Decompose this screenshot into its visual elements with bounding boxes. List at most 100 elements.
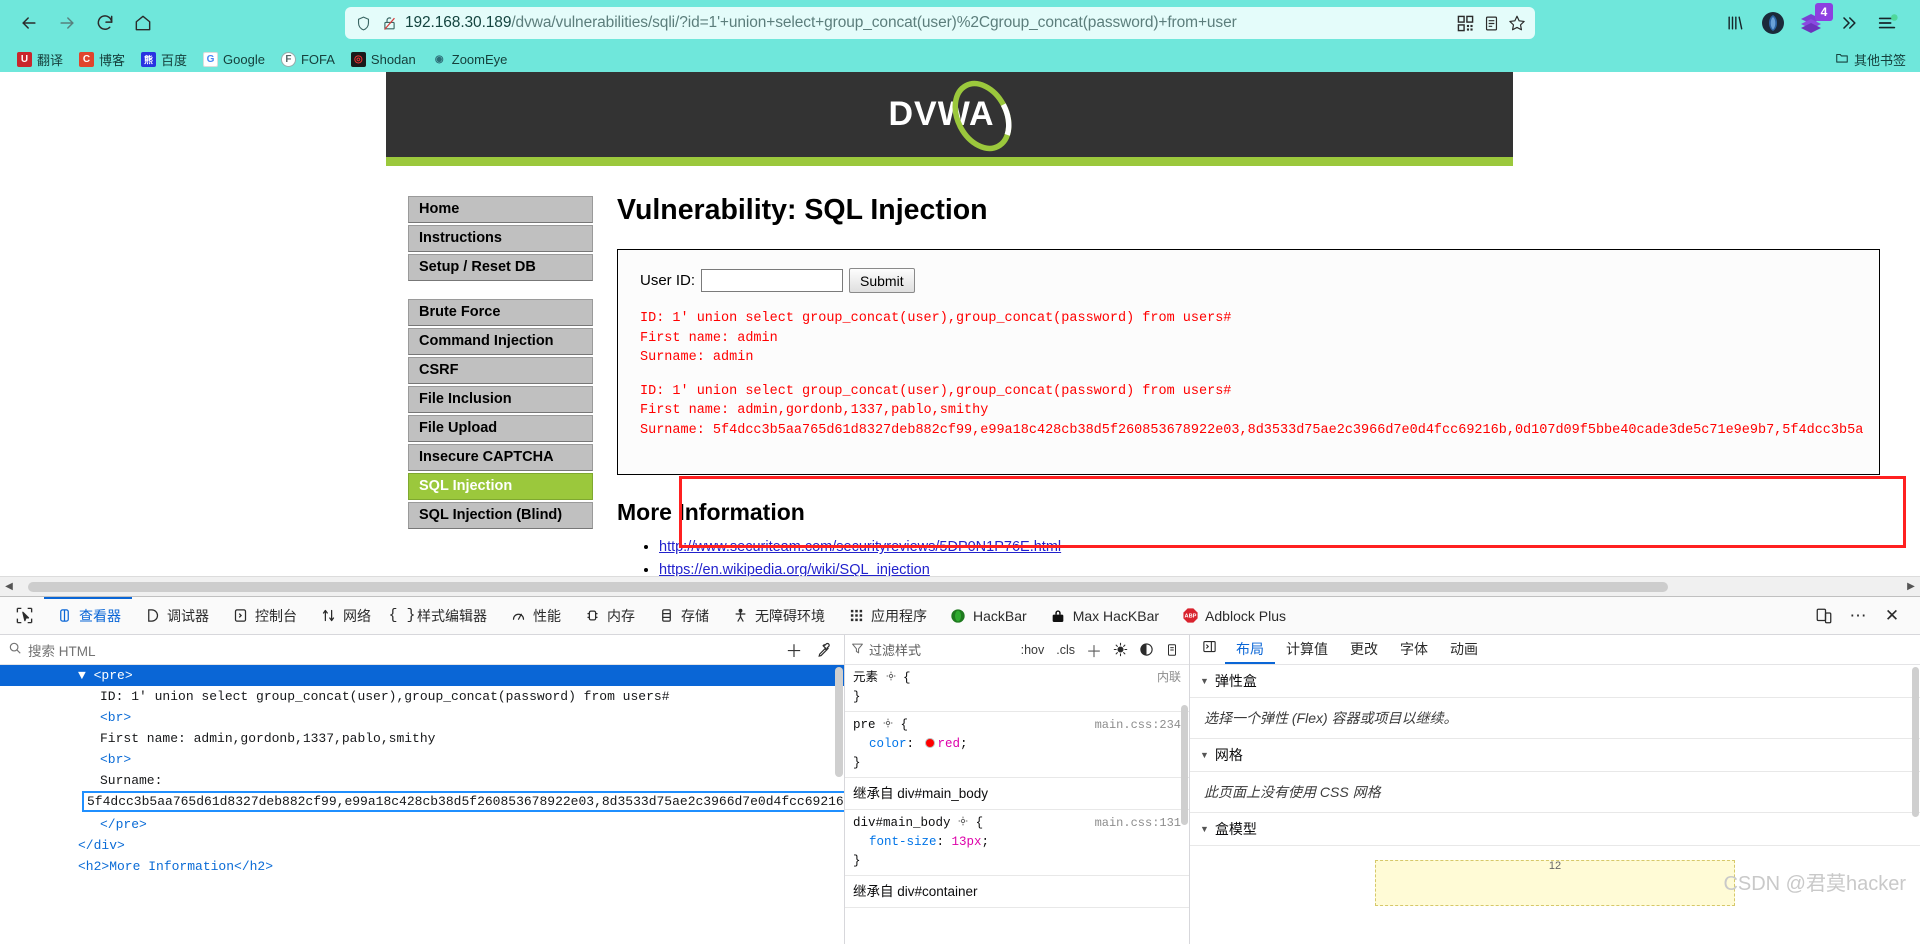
- css-rules-scroll-thumb[interactable]: [1181, 705, 1188, 825]
- layout-scrollbar[interactable]: [1911, 665, 1920, 944]
- expand-sidebar-icon[interactable]: [1194, 635, 1225, 664]
- css-selector-main-body[interactable]: div#main_body: [853, 816, 951, 830]
- app-menu-icon[interactable]: [1870, 6, 1904, 40]
- dom-tree-scrollbar[interactable]: [834, 665, 844, 944]
- extension-badge-icon[interactable]: 4: [1794, 3, 1833, 40]
- dom-tree-scroll-thumb[interactable]: [835, 667, 843, 777]
- box-model-margin-box[interactable]: 12: [1375, 860, 1735, 906]
- tab-inspector[interactable]: 查看器: [44, 597, 132, 634]
- sidebar-item-brute-force[interactable]: Brute Force: [408, 299, 593, 326]
- tab-adblock-plus[interactable]: ABP Adblock Plus: [1170, 597, 1297, 634]
- print-preview-icon[interactable]: [1161, 639, 1183, 661]
- scrollbar-track[interactable]: [18, 581, 1902, 593]
- dom-tree[interactable]: ▼ <pre> ID: 1' union select group_concat…: [0, 665, 844, 944]
- back-arrow-icon[interactable]: [10, 4, 48, 42]
- sidebar-item-sql-injection-blind[interactable]: SQL Injection (Blind): [408, 502, 593, 529]
- tab-changes[interactable]: 更改: [1339, 635, 1389, 664]
- css-source-link[interactable]: main.css:131: [1095, 814, 1181, 833]
- css-property-font-size[interactable]: font-size: [853, 835, 937, 849]
- add-node-icon[interactable]: ＋: [782, 638, 806, 662]
- scroll-right-arrow[interactable]: ▶: [1902, 581, 1920, 592]
- forward-arrow-icon[interactable]: [48, 4, 86, 42]
- sidebar-item-instructions[interactable]: Instructions: [408, 225, 593, 252]
- dark-scheme-icon[interactable]: [1135, 639, 1157, 661]
- close-devtools-icon[interactable]: ✕: [1876, 600, 1908, 632]
- tab-max-hackbar[interactable]: Max HacKBar: [1038, 597, 1170, 634]
- eyedropper-icon[interactable]: [812, 638, 836, 662]
- css-source-link[interactable]: main.css:234: [1095, 716, 1181, 735]
- section-boxmodel-header[interactable]: ▼ 盒模型: [1190, 813, 1920, 846]
- sidebar-item-file-inclusion[interactable]: File Inclusion: [408, 386, 593, 413]
- bookmark-item[interactable]: U 翻译: [10, 48, 70, 71]
- dom-twisty-icon[interactable]: ▼: [78, 668, 94, 683]
- gear-icon[interactable]: [958, 814, 968, 826]
- dom-search-bar[interactable]: 搜索 HTML ＋: [0, 635, 844, 665]
- bookmark-item[interactable]: 熊百度: [134, 48, 194, 71]
- gear-icon[interactable]: [883, 716, 893, 728]
- css-source-inline[interactable]: 内联: [1157, 669, 1181, 688]
- library-icon[interactable]: [1718, 6, 1752, 40]
- css-rule-element-inline[interactable]: 元素 { 内联 }: [845, 665, 1189, 712]
- sidebar-item-setup-reset-db[interactable]: Setup / Reset DB: [408, 254, 593, 281]
- element-picker-icon[interactable]: [4, 598, 44, 634]
- css-rules-list[interactable]: 元素 { 内联 } pre { main.css:234 color: red;…: [845, 665, 1189, 944]
- broken-lock-icon[interactable]: [379, 13, 399, 33]
- dom-node-pre-close[interactable]: </pre>: [0, 814, 844, 835]
- gear-icon[interactable]: [886, 669, 896, 681]
- meatball-menu-icon[interactable]: ⋯: [1842, 600, 1874, 632]
- dom-node-text-edit[interactable]: 5f4dcc3b5aa765d61d8327deb882cf99,e99a18c…: [0, 791, 844, 814]
- sidebar-item-command-injection[interactable]: Command Injection: [408, 328, 593, 355]
- reload-icon[interactable]: [86, 4, 124, 42]
- css-rule-pre[interactable]: pre { main.css:234 color: red; }: [845, 712, 1189, 778]
- tab-style-editor[interactable]: { } 样式编辑器: [382, 597, 498, 634]
- tab-animations[interactable]: 动画: [1439, 635, 1489, 664]
- shield-icon[interactable]: [353, 13, 373, 33]
- bookmark-item[interactable]: ◎ Shodan: [344, 50, 423, 69]
- bookmark-item[interactable]: ◉ ZoomEye: [425, 50, 515, 69]
- tab-application[interactable]: 应用程序: [836, 597, 938, 634]
- bookmark-item[interactable]: G Google: [196, 50, 272, 69]
- dom-node-br[interactable]: <br>: [0, 707, 844, 728]
- home-icon[interactable]: [124, 4, 162, 42]
- dom-node-h2[interactable]: <h2>More Information</h2>: [0, 856, 844, 877]
- css-rules-scrollbar[interactable]: [1180, 665, 1189, 944]
- bookmark-star-icon[interactable]: [1507, 13, 1527, 33]
- responsive-design-mode-icon[interactable]: [1808, 600, 1840, 632]
- css-declaration[interactable]: font-size: 13px;: [853, 833, 1181, 852]
- dom-node-text[interactable]: ID: 1' union select group_concat(user),g…: [0, 686, 844, 707]
- account-avatar-icon[interactable]: [1756, 6, 1790, 40]
- dom-node-div-close[interactable]: </div>: [0, 835, 844, 856]
- css-declaration[interactable]: color: red;: [853, 735, 1181, 754]
- tab-performance[interactable]: 性能: [498, 597, 572, 634]
- submit-button[interactable]: Submit: [849, 268, 915, 293]
- hover-pseudo-button[interactable]: :hov: [1017, 642, 1049, 658]
- bookmarks-other-group[interactable]: 其他书签: [1835, 50, 1910, 69]
- more-info-link-securiteam[interactable]: http://www.securiteam.com/securityreview…: [659, 539, 1061, 555]
- page-horizontal-scrollbar[interactable]: ◀ ▶: [0, 576, 1920, 596]
- class-toggle-button[interactable]: .cls: [1052, 642, 1079, 658]
- section-flexbox-header[interactable]: ▼ 弹性盒: [1190, 665, 1920, 698]
- dom-node-text[interactable]: Surname:: [0, 770, 844, 791]
- layout-scroll-thumb[interactable]: [1912, 667, 1919, 817]
- tab-hackbar[interactable]: HackBar: [938, 597, 1038, 634]
- tab-computed[interactable]: 计算值: [1275, 635, 1339, 664]
- scroll-left-arrow[interactable]: ◀: [0, 581, 18, 592]
- tab-layout[interactable]: 布局: [1225, 635, 1275, 664]
- box-model-diagram[interactable]: 12: [1190, 846, 1920, 906]
- address-bar[interactable]: 192.168.30.189/dvwa/vulnerabilities/sqli…: [345, 7, 1535, 39]
- css-value-red[interactable]: red: [938, 737, 961, 751]
- dom-node-br[interactable]: <br>: [0, 749, 844, 770]
- url-text[interactable]: 192.168.30.189/dvwa/vulnerabilities/sqli…: [405, 14, 1449, 32]
- section-grid-header[interactable]: ▼ 网格: [1190, 739, 1920, 772]
- bookmark-item[interactable]: C 博客: [72, 48, 132, 71]
- reader-view-icon[interactable]: [1481, 13, 1501, 33]
- tab-storage[interactable]: 存储: [646, 597, 720, 634]
- sidebar-item-file-upload[interactable]: File Upload: [408, 415, 593, 442]
- sidebar-item-sql-injection[interactable]: SQL Injection: [408, 473, 593, 500]
- add-rule-button[interactable]: ＋: [1083, 639, 1105, 661]
- sidebar-item-insecure-captcha[interactable]: Insecure CAPTCHA: [408, 444, 593, 471]
- sidebar-item-home[interactable]: Home: [408, 196, 593, 223]
- light-scheme-icon[interactable]: [1109, 639, 1131, 661]
- sidebar-item-csrf[interactable]: CSRF: [408, 357, 593, 384]
- tab-network[interactable]: 网络: [308, 597, 382, 634]
